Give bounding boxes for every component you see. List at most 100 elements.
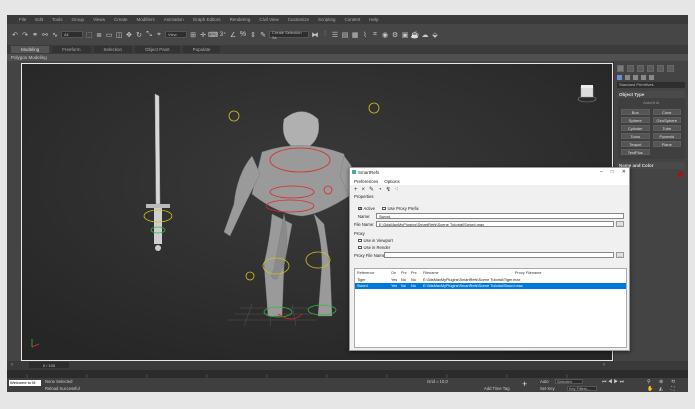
menu-tools[interactable]: Tools	[52, 17, 63, 22]
mirror-icon[interactable]: ⧓	[311, 31, 319, 39]
helpers-category-icon[interactable]	[649, 75, 654, 80]
tab-object-paint[interactable]: Object Paint	[135, 46, 180, 53]
hierarchy-tab-icon[interactable]	[637, 64, 644, 72]
select-by-name-icon[interactable]: ≣	[95, 31, 103, 39]
key-filters-button[interactable]: Key Filters...	[567, 386, 597, 391]
menu-options[interactable]: Options	[384, 179, 400, 184]
name-field[interactable]: Sword	[376, 213, 624, 219]
edit-reference-icon[interactable]: ✎	[369, 186, 374, 193]
object-category-dropdown[interactable]: Standard Primitives	[617, 82, 685, 88]
bind-space-warp-icon[interactable]: ∿	[51, 31, 59, 39]
keyboard-shortcut-icon[interactable]: ⌨	[208, 31, 218, 39]
redo-icon[interactable]: ↷	[21, 31, 29, 39]
row-prx-2[interactable]: No	[411, 284, 416, 288]
object-type-title[interactable]: Object Type	[617, 91, 685, 98]
curve-editor-icon[interactable]: ⌇	[361, 31, 369, 39]
tab-populate[interactable]: Populate	[182, 46, 221, 53]
tube-button[interactable]: Tube	[652, 125, 681, 131]
angle-snap-icon[interactable]: ∠	[229, 31, 237, 39]
field-of-view-icon[interactable]: ◭	[659, 386, 663, 392]
object-color-swatch[interactable]	[678, 172, 683, 177]
tab-freeform[interactable]: Freeform	[52, 46, 91, 53]
set-key-button[interactable]: Set Key	[540, 386, 555, 391]
pan-icon[interactable]: ✋	[647, 386, 653, 392]
col-on[interactable]: On	[391, 271, 396, 275]
minimize-icon[interactable]: –	[600, 169, 603, 175]
add-time-tag[interactable]: Add Time Tag	[484, 386, 510, 391]
row-on[interactable]: Yes	[391, 284, 397, 288]
row-on[interactable]: Yes	[391, 278, 397, 282]
cylinder-button[interactable]: Cylinder	[621, 125, 650, 131]
align-icon[interactable]: ⫶	[321, 31, 329, 39]
prev-frame-icon[interactable]: ‹	[11, 362, 13, 368]
col-prx-2[interactable]: Prx	[411, 271, 417, 275]
menu-file[interactable]: File	[19, 17, 26, 22]
percent-snap-icon[interactable]: %	[239, 31, 247, 39]
menu-civil-view[interactable]: Civil View	[259, 17, 278, 22]
geometry-category-icon[interactable]	[617, 75, 622, 80]
motion-tab-icon[interactable]	[647, 64, 654, 72]
table-row[interactable]: Sword Yes No No E:\3dsMaxMyPlugins\Smart…	[355, 283, 626, 289]
settings-dots-icon[interactable]: ⁖	[395, 186, 399, 193]
window-crossing-icon[interactable]: ◫	[115, 31, 123, 39]
scale-icon[interactable]: ⤡	[145, 31, 153, 39]
zoom-icon[interactable]: ⚲	[647, 379, 651, 385]
time-slider[interactable]: ‹ 0 / 100 ›	[7, 361, 688, 370]
render-online-icon[interactable]: ☁	[421, 31, 429, 39]
col-prx-1[interactable]: Prx	[401, 271, 407, 275]
auto-key-button[interactable]: Auto	[540, 379, 549, 384]
undo-icon[interactable]: ↶	[11, 31, 19, 39]
select-manipulate-icon[interactable]: ✛	[199, 31, 207, 39]
active-checkbox[interactable]: Active	[358, 206, 375, 211]
row-prx-1[interactable]: No	[401, 284, 406, 288]
col-proxy-filename[interactable]: Proxy Filename	[515, 271, 541, 275]
track-bar[interactable]	[7, 370, 688, 378]
plane-button[interactable]: Plane	[652, 141, 681, 147]
menu-animation[interactable]: Animation	[164, 17, 184, 22]
menu-customize[interactable]: Customize	[288, 17, 309, 22]
ribbon-toggle-icon[interactable]: ▦	[351, 31, 359, 39]
proxy-file-name-field[interactable]	[384, 252, 614, 258]
selection-filter-dropdown[interactable]: All	[61, 31, 83, 38]
spinner-snap-icon[interactable]: ⇕	[249, 31, 257, 39]
reference-coordinate-dropdown[interactable]: View	[165, 31, 187, 38]
rendered-frame-icon[interactable]: ▣	[401, 31, 409, 39]
use-proxy-prefix-check[interactable]	[382, 206, 386, 211]
row-prx-1[interactable]: No	[401, 278, 406, 282]
lights-category-icon[interactable]	[633, 75, 638, 80]
modify-tab-icon[interactable]	[627, 64, 634, 72]
menu-edit[interactable]: Edit	[35, 17, 43, 22]
refresh-icon[interactable]: ◔	[378, 187, 382, 193]
active-check[interactable]	[358, 206, 362, 211]
file-name-field[interactable]: E:\3dsMaxMyPlugins\SmartRefs\Scene Tutor…	[376, 221, 614, 227]
menu-rendering[interactable]: Rendering	[230, 17, 251, 22]
select-object-icon[interactable]: ⬚	[85, 31, 93, 39]
snaps-toggle-icon[interactable]: 3⁺	[219, 31, 227, 39]
geosphere-button[interactable]: GeoSphere	[652, 117, 681, 123]
display-tab-icon[interactable]	[657, 64, 664, 72]
ribbon-panel-label[interactable]: Polygon Modeling	[7, 54, 688, 61]
remove-reference-icon[interactable]: ×	[362, 187, 366, 193]
selected-dropdown[interactable]: Selected	[555, 379, 583, 384]
sphere-button[interactable]: Sphere	[621, 117, 650, 123]
cameras-category-icon[interactable]	[641, 75, 646, 80]
sync-icon[interactable]: ↯	[386, 186, 391, 193]
proxy-browse-button[interactable]: ...	[616, 252, 624, 258]
file-browse-button[interactable]: ...	[616, 221, 624, 227]
menu-graph-editors[interactable]: Graph Editors	[193, 17, 221, 22]
menu-help[interactable]: Help	[369, 17, 378, 22]
pivot-icon[interactable]: ⊞	[189, 31, 197, 39]
playback-controls[interactable]: ⏮ ◀ ▶ ⏭	[602, 379, 624, 385]
rect-selection-icon[interactable]: ▭	[105, 31, 113, 39]
col-filename[interactable]: Filename	[423, 271, 439, 275]
time-slider-thumb[interactable]: 0 / 100	[29, 362, 69, 368]
next-frame-icon[interactable]: ›	[603, 362, 605, 368]
autogrid-checkbox[interactable]: AutoGrid	[617, 100, 685, 105]
torus-button[interactable]: Torus	[621, 133, 650, 139]
tab-modeling[interactable]: Modeling	[11, 46, 50, 53]
maxscript-listener[interactable]: Welcome to M	[9, 380, 41, 386]
box-button[interactable]: Box	[621, 109, 650, 115]
menu-group[interactable]: Group	[72, 17, 85, 22]
create-tab-icon[interactable]	[617, 64, 624, 72]
menu-scripting[interactable]: Scripting	[318, 17, 336, 22]
